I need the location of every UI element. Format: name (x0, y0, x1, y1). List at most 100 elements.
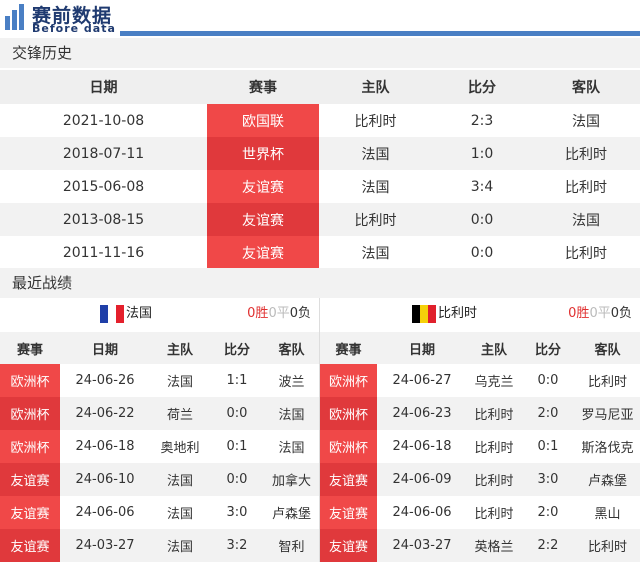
right-competition: 欧洲杯 (320, 364, 377, 397)
right-col-home: 主队 (467, 332, 521, 364)
right-score: 2:0 (537, 505, 559, 520)
right-away: 比利时 (587, 375, 627, 390)
h2h-competition: 友谊赛 (207, 236, 319, 269)
left-recent-row: 友谊赛 24-06-06 法国 3:0 卢森堡 (0, 496, 319, 529)
left-score: 1:1 (226, 373, 248, 388)
h2h-col-away: 客队 (532, 70, 640, 104)
left-recent-row: 欧洲杯 24-06-26 法国 1:1 波兰 (0, 364, 319, 397)
left-competition: 友谊赛 (0, 529, 60, 562)
h2h-col-date: 日期 (0, 70, 207, 104)
left-away: 卢森堡 (271, 507, 311, 522)
left-date: 24-06-26 (75, 373, 135, 388)
right-recent-row: 欧洲杯 24-06-27 乌克兰 0:0 比利时 (320, 364, 640, 397)
left-score: 3:2 (210, 529, 264, 562)
left-col-score: 比分 (210, 332, 264, 364)
header-subtitle: Before data (32, 22, 116, 35)
right-competition: 友谊赛 (320, 529, 377, 562)
bar-chart-logo-icon (5, 4, 24, 30)
right-score: 3:0 (521, 463, 575, 496)
header-divider (120, 31, 640, 36)
h2h-header-row: 日期 赛事 主队 比分 客队 (0, 70, 640, 104)
h2h-col-competition: 赛事 (207, 70, 319, 104)
h2h-row: 2015-06-08 友谊赛 法国 3:4 比利时 (0, 170, 640, 203)
right-recent-header-row: 赛事 日期 主队 比分 客队 (320, 332, 640, 364)
h2h-col-score: 比分 (432, 70, 532, 104)
left-competition: 友谊赛 (0, 463, 60, 496)
right-away: 黑山 (594, 507, 621, 522)
right-away: 卢森堡 (575, 463, 640, 496)
h2h-home: 法国 (361, 245, 390, 262)
h2h-date: 2011-11-16 (62, 244, 145, 261)
right-team-header: 比利时 0胜0平0负 (320, 298, 640, 330)
h2h-home: 比利时 (319, 203, 432, 236)
left-date: 24-06-10 (60, 463, 150, 496)
right-draws: 0平 (589, 306, 611, 321)
h2h-date: 2013-08-15 (0, 203, 207, 236)
left-team-header: 法国 0胜0平0负 (0, 298, 319, 330)
right-home: 比利时 (474, 507, 514, 522)
h2h-home: 法国 (361, 179, 390, 196)
right-score: 0:0 (537, 373, 559, 388)
h2h-row: 2018-07-11 世界杯 法国 1:0 比利时 (0, 137, 640, 170)
right-recent-row: 友谊赛 24-06-06 比利时 2:0 黑山 (320, 496, 640, 529)
right-recent-table: 赛事 日期 主队 比分 客队 欧洲杯 24-06-27 乌克兰 0:0 比利时 欧洲杯 24… (320, 332, 640, 562)
left-competition: 欧洲杯 (0, 364, 60, 397)
left-team-name: 法国 (126, 306, 153, 321)
right-team-record: 0胜0平0负 (568, 298, 632, 330)
recent-section-title: 最近战绩 (0, 268, 640, 298)
h2h-section-title: 交锋历史 (0, 38, 640, 68)
left-col-competition: 赛事 (0, 332, 60, 364)
left-recent-row: 友谊赛 24-03-27 法国 3:2 智利 (0, 529, 319, 562)
h2h-score: 1:0 (432, 137, 532, 170)
right-competition: 友谊赛 (320, 496, 377, 529)
right-away: 罗马尼亚 (575, 397, 640, 430)
right-team-label-wrap: 比利时 (412, 298, 477, 330)
left-home: 法国 (166, 507, 193, 522)
h2h-row: 2013-08-15 友谊赛 比利时 0:0 法国 (0, 203, 640, 236)
left-competition: 欧洲杯 (0, 430, 60, 463)
right-home: 比利时 (467, 397, 521, 430)
right-competition: 欧洲杯 (320, 397, 377, 430)
right-home: 比利时 (474, 441, 514, 456)
right-recent-row: 欧洲杯 24-06-23 比利时 2:0 罗马尼亚 (320, 397, 640, 430)
h2h-competition: 欧国联 (207, 104, 319, 137)
right-away: 斯洛伐克 (581, 441, 634, 456)
left-col-date: 日期 (60, 332, 150, 364)
left-team-label-wrap: 法国 (100, 298, 152, 330)
h2h-away: 比利时 (565, 245, 607, 262)
right-date: 24-06-09 (377, 463, 467, 496)
h2h-away: 法国 (572, 113, 600, 130)
left-col-away: 客队 (264, 332, 319, 364)
left-home: 荷兰 (150, 397, 210, 430)
left-away: 波兰 (278, 375, 305, 390)
left-home: 法国 (150, 529, 210, 562)
left-recent-header-row: 赛事 日期 主队 比分 客队 (0, 332, 319, 364)
france-flag-icon (100, 304, 124, 323)
right-score: 2:2 (521, 529, 575, 562)
left-col-home: 主队 (150, 332, 210, 364)
right-home: 英格兰 (467, 529, 521, 562)
h2h-table: 日期 赛事 主队 比分 客队 2021-10-08 欧国联 比利时 2:3 法国 2018… (0, 70, 640, 269)
left-score: 3:0 (226, 505, 248, 520)
left-wins: 0胜 (247, 306, 269, 321)
right-col-date: 日期 (377, 332, 467, 364)
left-team-record: 0胜0平0负 (247, 298, 311, 330)
right-recent-row: 友谊赛 24-06-09 比利时 3:0 卢森堡 (320, 463, 640, 496)
left-score: 0:1 (226, 439, 248, 454)
right-date: 24-06-27 (392, 373, 452, 388)
left-away: 法国 (264, 397, 319, 430)
left-score: 0:0 (210, 463, 264, 496)
left-home: 奥地利 (160, 441, 200, 456)
right-recent-row: 友谊赛 24-03-27 英格兰 2:2 比利时 (320, 529, 640, 562)
left-away: 智利 (264, 529, 319, 562)
right-losses: 0负 (610, 306, 632, 321)
right-score: 2:0 (521, 397, 575, 430)
h2h-competition: 友谊赛 (207, 203, 319, 236)
h2h-score: 0:0 (432, 203, 532, 236)
right-date: 24-06-23 (377, 397, 467, 430)
h2h-date: 2018-07-11 (0, 137, 207, 170)
left-competition: 欧洲杯 (0, 397, 60, 430)
right-team-name: 比利时 (438, 306, 478, 321)
left-score: 0:0 (210, 397, 264, 430)
right-home: 比利时 (467, 463, 521, 496)
